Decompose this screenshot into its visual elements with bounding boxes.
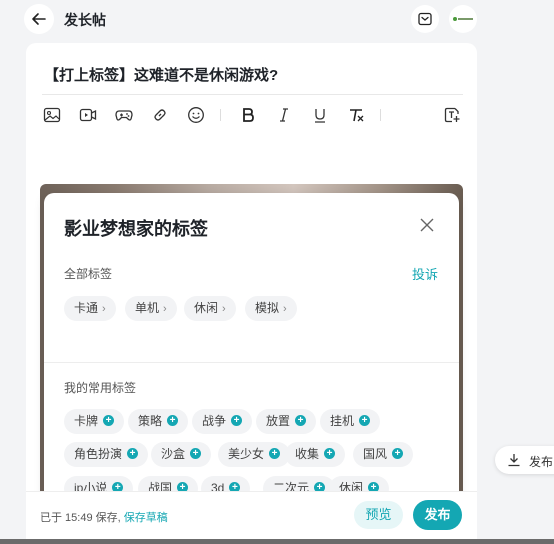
tag-chip[interactable]: 模拟 › [245,296,297,321]
tag-chip[interactable]: 沙盒 + [151,442,212,467]
common-tags-label: 我的常用标签 [64,381,137,395]
plus-icon[interactable]: + [324,448,336,460]
tag-label: 单机 [135,301,160,315]
modal-title: 影业梦想家的标签 [64,219,208,239]
bottom-strip [0,539,554,544]
tag-label: 沙盒 [161,447,186,461]
tag-label: 美少女 [228,447,265,461]
plus-icon[interactable]: + [167,415,179,427]
preview-button[interactable]: 预览 [354,501,403,529]
close-button[interactable] [416,214,438,236]
tag-chip[interactable]: 休闲 › [184,296,236,321]
editor-toolbar [40,103,464,127]
tag-chip[interactable]: 卡牌 + [64,409,125,434]
toolbar-separator [220,109,221,121]
plus-icon[interactable]: + [295,415,307,427]
plus-icon[interactable]: + [359,415,371,427]
video-icon[interactable] [76,103,100,127]
tag-modal: 影业梦想家的标签 全部标签 投诉 卡通 › 单机 › 休闲 › 模拟 › 我的常用标签 卡牌 +… [44,193,459,511]
tag-label: 卡通 [74,301,99,315]
save-status: 已于 15:49 保存, 保存草稿 [40,509,168,525]
clear-format-icon[interactable] [344,103,368,127]
floating-publish-button[interactable]: 发布 [495,446,554,474]
title-divider [42,94,463,95]
drafts-button[interactable] [411,5,439,33]
editor-footer: 已于 15:49 保存, 保存草稿 预览 发布 [26,491,477,542]
page-title: 发长帖 [64,12,106,28]
underline-icon[interactable] [308,103,332,127]
all-tags-label: 全部标签 [64,267,113,281]
tag-chip[interactable]: 角色扮演 + [64,442,149,467]
save-status-text: 已于 15:49 保存, [40,512,121,524]
toolbar-separator [380,109,381,121]
modal-divider [44,362,459,363]
tag-chip[interactable]: 单机 › [125,296,177,321]
report-link[interactable]: 投诉 [412,264,438,283]
tag-label: 收集 [295,447,320,461]
plus-icon[interactable]: + [103,415,115,427]
arrow-left-icon [32,13,46,25]
post-title-input[interactable]: 【打上标签】这难道不是休闲游戏? [44,64,278,85]
chevron-right-icon: › [102,303,106,315]
close-icon [420,218,434,232]
tag-chip[interactable]: 国风 + [353,442,414,467]
link-icon[interactable] [148,103,172,127]
plus-icon[interactable]: + [231,415,243,427]
image-icon[interactable] [40,103,64,127]
tag-label: 模拟 [255,301,280,315]
tag-label: 策略 [138,414,163,428]
download-icon [508,454,520,467]
chevron-right-icon: › [163,303,167,315]
avatar-logo-icon [453,17,473,21]
back-button[interactable] [24,4,54,34]
bold-icon[interactable] [236,103,260,127]
tag-label: 国风 [363,447,388,461]
insert-block-icon[interactable] [440,103,464,127]
tag-label: 卡牌 [74,414,99,428]
avatar[interactable] [449,5,477,33]
tag-label: 放置 [266,414,291,428]
tag-chip[interactable]: 收集 + [285,442,346,467]
tag-chip[interactable]: 卡通 › [64,296,116,321]
tag-chip[interactable]: 战争 + [192,409,253,434]
plus-icon[interactable]: + [127,448,139,460]
floating-publish-label: 发布 [529,455,554,469]
tag-chip[interactable]: 挂机 + [320,409,381,434]
tag-label: 战争 [202,414,227,428]
italic-icon[interactable] [272,103,296,127]
save-draft-link[interactable]: 保存草稿 [124,512,168,524]
chevron-right-icon: › [222,303,226,315]
tag-label: 休闲 [194,301,219,315]
plus-icon[interactable]: + [269,448,281,460]
tag-label: 挂机 [330,414,355,428]
game-icon[interactable] [112,103,136,127]
publish-button[interactable]: 发布 [413,500,462,530]
chevron-right-icon: › [283,303,287,315]
top-bar: 发长帖 [0,0,554,38]
emoji-icon[interactable] [184,103,208,127]
inbox-icon [418,12,432,26]
plus-icon[interactable]: + [190,448,202,460]
tag-chip[interactable]: 策略 + [128,409,189,434]
tag-chip[interactable]: 放置 + [256,409,317,434]
tag-label: 角色扮演 [74,447,123,461]
plus-icon[interactable]: + [392,448,404,460]
tag-chip[interactable]: 美少女 + [218,442,291,467]
